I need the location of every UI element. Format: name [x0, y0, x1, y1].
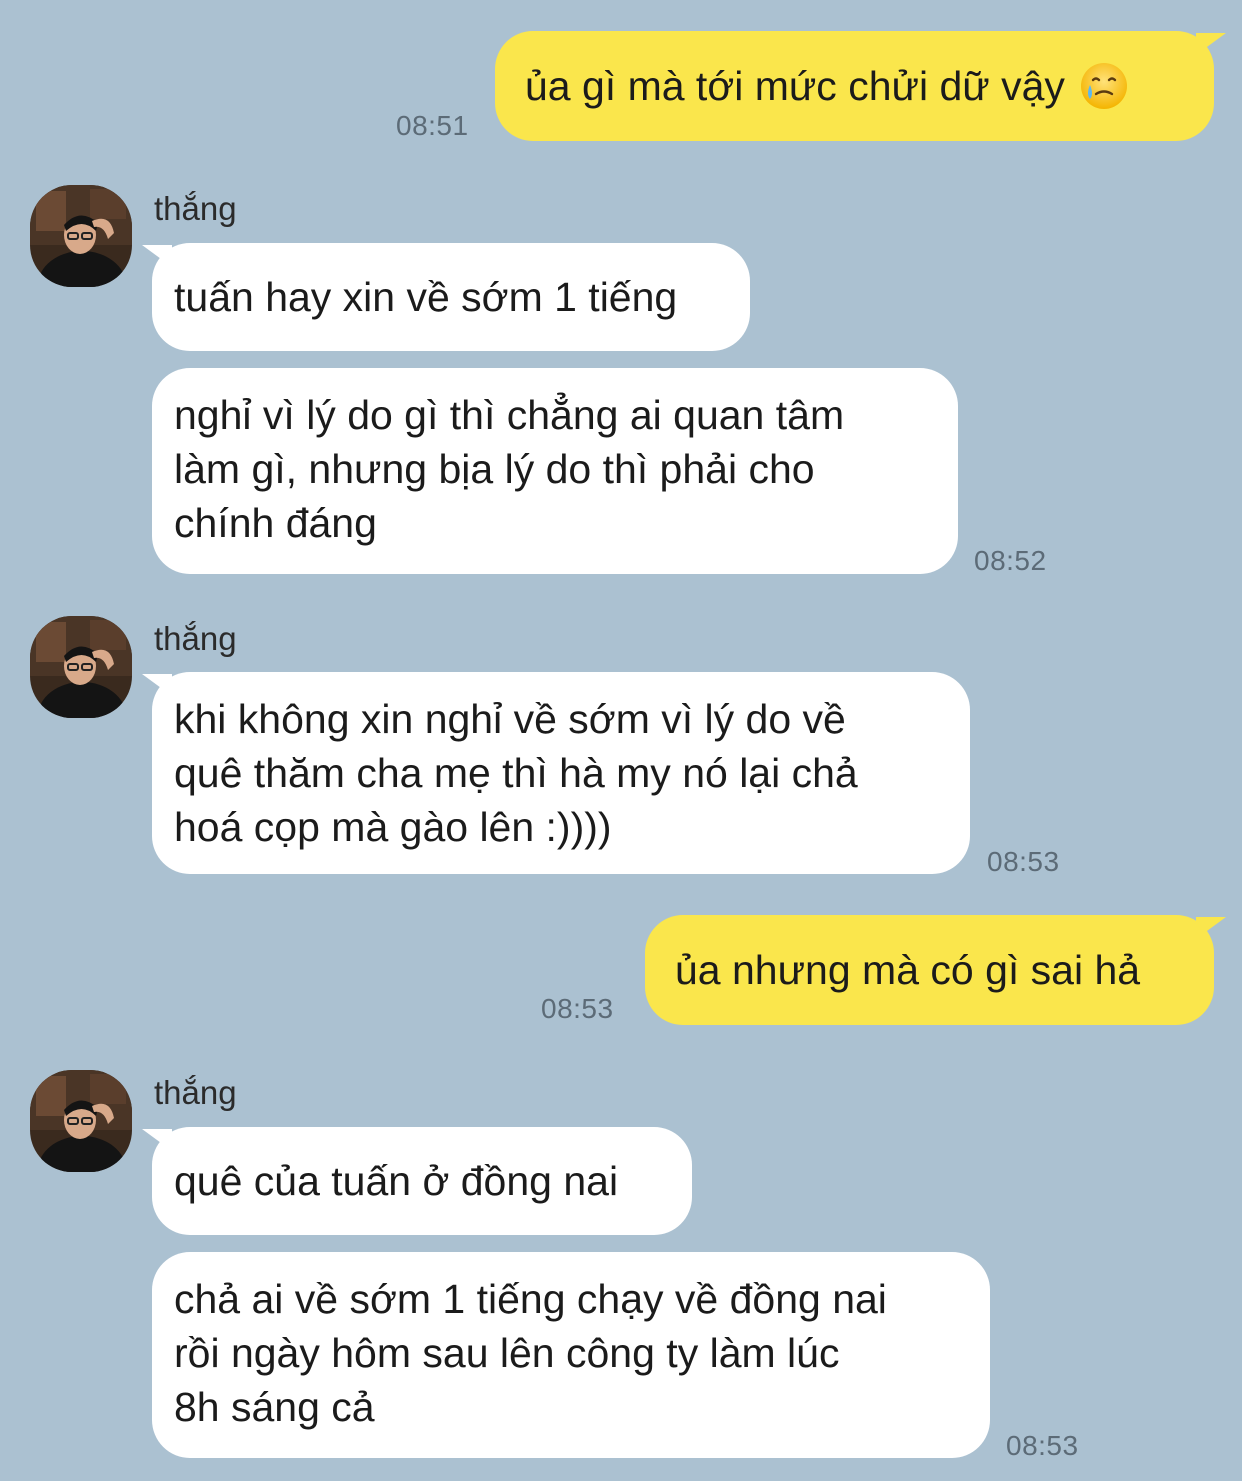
bubble-tail	[142, 674, 172, 696]
message-text: quê của tuấn ở đồng nai	[174, 1158, 619, 1204]
their-message-bubble[interactable]: quê của tuấn ở đồng nai	[152, 1127, 692, 1235]
sender-name: thắng	[154, 620, 237, 657]
bubble-tail	[1196, 33, 1226, 55]
my-message-bubble[interactable]: ủa gì mà tới mức chửi dữ vậy	[495, 31, 1214, 141]
message-text: ủa gì mà tới mức chửi dữ vậy	[525, 63, 1065, 109]
message-text: nghỉ vì lý do gì thì chẳng ai quan tâm l…	[174, 388, 844, 550]
message-timestamp: 08:51	[396, 110, 469, 141]
message-line: quê thăm cha mẹ thì hà my nó lại chả	[174, 750, 858, 796]
their-message-bubble[interactable]: nghỉ vì lý do gì thì chẳng ai quan tâm l…	[152, 368, 958, 574]
their-message-bubble[interactable]: chả ai về sớm 1 tiếng chạy về đồng nai r…	[152, 1252, 990, 1458]
sender-name: thắng	[154, 190, 237, 227]
message-text: chả ai về sớm 1 tiếng chạy về đồng nai r…	[174, 1272, 887, 1434]
message-timestamp: 08:53	[987, 846, 1060, 877]
message-timestamp: 08:52	[974, 545, 1047, 576]
message-line: chính đáng	[174, 500, 377, 546]
their-message-bubble[interactable]: khi không xin nghỉ về sớm vì lý do về qu…	[152, 672, 970, 874]
bubble-tail	[142, 1129, 172, 1151]
message-line: 8h sáng cả	[174, 1384, 375, 1430]
contact-avatar[interactable]	[30, 1070, 132, 1172]
contact-avatar[interactable]	[30, 185, 132, 287]
sender-name: thắng	[154, 1074, 237, 1111]
message-text: tuấn hay xin về sớm 1 tiếng	[174, 274, 678, 320]
message-line: chả ai về sớm 1 tiếng chạy về đồng nai	[174, 1276, 887, 1322]
message-line: nghỉ vì lý do gì thì chẳng ai quan tâm	[174, 392, 845, 438]
bubble-tail	[1196, 917, 1226, 939]
message-line: rồi ngày hôm sau lên công ty làm lúc	[174, 1330, 840, 1376]
message-text: ủa nhưng mà có gì sai hả	[675, 947, 1141, 993]
message-line: làm gì, nhưng bịa lý do thì phải cho	[174, 446, 815, 492]
their-message-bubble[interactable]: tuấn hay xin về sớm 1 tiếng	[152, 243, 750, 351]
crying-face-icon	[1079, 61, 1129, 111]
my-message-bubble[interactable]: ủa nhưng mà có gì sai hả	[645, 915, 1214, 1025]
chat-area[interactable]: 08:51 ủa gì mà tới mức chửi dữ vậy thắng…	[0, 0, 1242, 1481]
bubble-tail	[142, 245, 172, 267]
message-timestamp: 08:53	[1006, 1430, 1079, 1461]
contact-avatar[interactable]	[30, 616, 132, 718]
message-line: hoá cọp mà gào lên :))))	[174, 804, 612, 850]
message-line: khi không xin nghỉ về sớm vì lý do về	[174, 696, 846, 742]
message-text: khi không xin nghỉ về sớm vì lý do về qu…	[174, 692, 858, 854]
message-timestamp: 08:53	[541, 993, 614, 1024]
